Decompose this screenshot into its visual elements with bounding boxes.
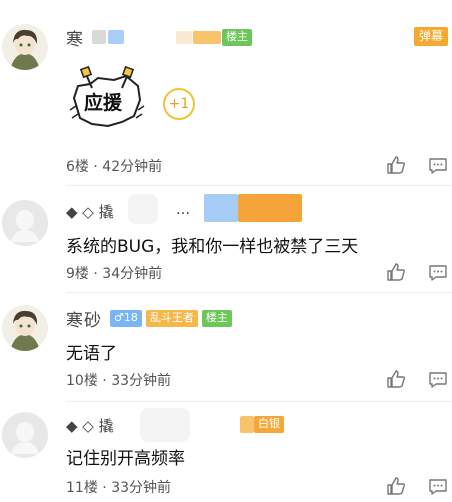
- comment-icon[interactable]: [428, 371, 448, 389]
- comment-icon[interactable]: [428, 478, 448, 496]
- blurred-username: [140, 408, 190, 442]
- comment-text: 无语了: [66, 344, 117, 364]
- username[interactable]: 寒砂: [66, 306, 102, 331]
- blurred-username: [108, 30, 124, 44]
- sticker-text: 应援: [84, 92, 123, 114]
- floor-number: 11楼: [66, 480, 98, 496]
- anime-avatar[interactable]: [2, 24, 48, 70]
- blurred-username: [193, 31, 221, 44]
- comment-text: 记住别开高频率: [66, 449, 185, 469]
- meta-separator: ·: [102, 480, 107, 496]
- thumbs-up-icon[interactable]: [386, 155, 406, 175]
- silver-badge: 白银: [254, 416, 284, 433]
- blurred-username: [240, 416, 254, 433]
- floor-number: 9楼: [66, 266, 89, 282]
- comment-meta: 10楼 · 33分钟前: [66, 370, 171, 390]
- support-sticker: 应援: [68, 65, 146, 132]
- username[interactable]: ◆ ◇ 撬: [66, 415, 114, 436]
- ellipsis: …: [176, 202, 190, 218]
- meta-separator: ·: [93, 266, 98, 282]
- timestamp: 34分钟前: [102, 266, 163, 282]
- gender-badge: ♂18: [110, 309, 142, 327]
- plus-one-button[interactable]: +1: [163, 88, 195, 120]
- owner-badge: 楼主: [201, 309, 232, 327]
- comment-icon[interactable]: [428, 264, 448, 282]
- rank-badge: 乱斗王者: [145, 309, 198, 327]
- comment-icon[interactable]: [428, 157, 448, 175]
- owner-badge: 楼主: [222, 29, 252, 46]
- username-row: ◆ ◇ 撬: [66, 414, 114, 436]
- blurred-username: [128, 194, 158, 224]
- floor-number: 10楼: [66, 373, 98, 389]
- comment-meta: 9楼 · 34分钟前: [66, 263, 162, 283]
- anime-avatar[interactable]: [2, 305, 48, 351]
- timestamp: 33分钟前: [111, 480, 172, 496]
- comment-meta: 11楼 · 33分钟前: [66, 477, 171, 497]
- blurred-username: [176, 31, 192, 44]
- floor-number: 6楼: [66, 159, 89, 175]
- blurred-username: [92, 30, 106, 44]
- meta-separator: ·: [93, 159, 98, 175]
- username-row: 寒: [66, 25, 84, 50]
- comment-meta: 6楼 · 42分钟前: [66, 156, 162, 176]
- comment-floor-6: 寒 楼主 弹幕 应援 +1 6楼 · 42分钟前: [0, 0, 452, 180]
- thumbs-up-icon[interactable]: [386, 476, 406, 496]
- comment-floor-9: ◆ ◇ 撬 … 系统的BUG，我和你一样也被禁了三天 9楼 · 34分钟前: [0, 186, 452, 290]
- username[interactable]: ◆ ◇ 撬: [66, 201, 114, 222]
- username-row: 寒砂 ♂18 乱斗王者 楼主: [66, 306, 232, 331]
- meta-separator: ·: [102, 373, 107, 389]
- blurred-username: [238, 194, 302, 222]
- username-row: ◆ ◇ 撬: [66, 200, 114, 222]
- comment-floor-10: 寒砂 ♂18 乱斗王者 楼主 无语了 10楼 · 33分钟前: [0, 293, 452, 399]
- username[interactable]: 寒: [66, 25, 84, 50]
- blurred-username: [204, 194, 238, 222]
- thumbs-up-icon[interactable]: [386, 369, 406, 389]
- comment-text: 系统的BUG，我和你一样也被禁了三天: [66, 237, 359, 257]
- default-avatar[interactable]: [2, 412, 48, 458]
- default-avatar[interactable]: [2, 200, 48, 246]
- timestamp: 42分钟前: [102, 159, 163, 175]
- thumbs-up-icon[interactable]: [386, 262, 406, 282]
- danmu-button[interactable]: 弹幕: [413, 27, 448, 46]
- timestamp: 33分钟前: [111, 373, 172, 389]
- comment-floor-11: ◆ ◇ 撬 白银 记住别开高频率 11楼 · 33分钟前: [0, 402, 452, 502]
